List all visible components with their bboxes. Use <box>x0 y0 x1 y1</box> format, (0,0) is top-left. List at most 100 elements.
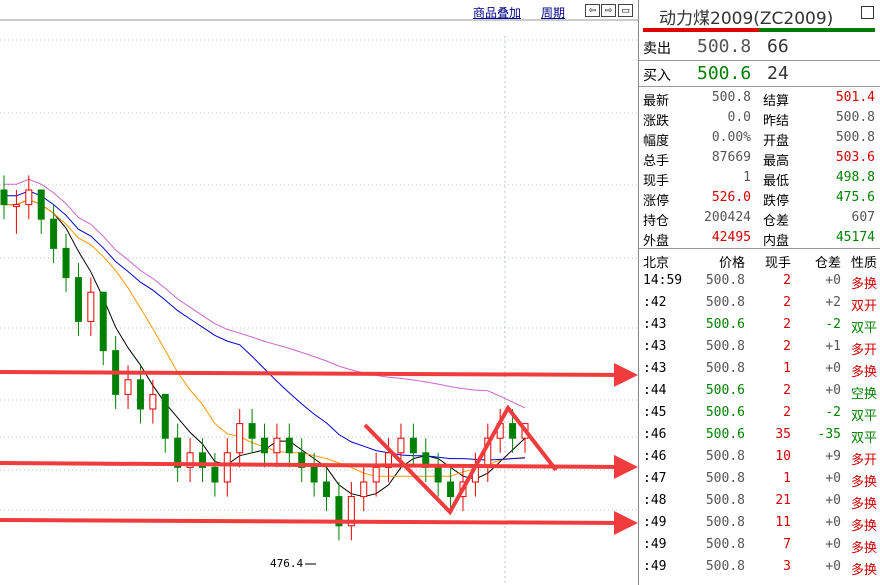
tick-oi: +0 <box>825 273 841 288</box>
candle-body <box>323 481 331 498</box>
stat-row: 涨停 526.0 跌停 475.6 <box>639 188 880 209</box>
tick-oi: -35 <box>817 427 841 442</box>
tick-price: 500.8 <box>705 295 745 310</box>
tick-volume: 2 <box>783 273 791 288</box>
stat-row: 总手 87669 最高 503.6 <box>639 148 880 169</box>
stat-label: 仓差 <box>763 214 790 229</box>
tick-row[interactable]: :43 500.8 1 +0 多换 <box>639 359 880 381</box>
tick-time: :46 <box>643 427 667 442</box>
tick-row[interactable]: :49 500.8 3 +0 多换 <box>639 557 880 579</box>
candle-body <box>509 423 517 439</box>
tick-time: :49 <box>643 515 667 530</box>
tick-price: 500.6 <box>705 405 745 420</box>
annotation-arrow <box>0 510 638 535</box>
candle-body <box>397 437 405 454</box>
tick-type: 双平 <box>850 409 877 424</box>
tick-volume: 35 <box>775 427 791 442</box>
stat-value: 42495 <box>711 230 751 245</box>
stat-row: 现手 1 最低 498.8 <box>639 168 880 189</box>
ticks-header-volume: 现手 <box>764 256 791 271</box>
contract-title: 动力煤2009(ZC2009) <box>659 9 834 29</box>
ticks-header-price: 价格 <box>718 256 745 271</box>
tick-volume: 2 <box>783 295 791 310</box>
tick-row[interactable]: :45 500.6 2 -2 双平 <box>639 403 880 425</box>
tick-volume: 2 <box>783 405 791 420</box>
stat-label: 昨结 <box>763 114 790 129</box>
stat-label: 最低 <box>763 174 790 189</box>
tick-type: 多换 <box>850 563 877 578</box>
tick-volume: 7 <box>783 537 791 552</box>
tick-type: 空换 <box>850 387 877 402</box>
candle-body <box>223 452 231 483</box>
tick-type: 多换 <box>850 475 877 490</box>
stat-row: 涨跌 0.0 昨结 500.8 <box>639 108 880 129</box>
stat-row: 持仓 200424 仓差 607 <box>639 208 880 229</box>
tick-price: 500.6 <box>705 317 745 332</box>
tick-oi: -2 <box>825 317 841 332</box>
tick-row[interactable]: 14:59 500.8 2 +0 多换 <box>639 271 880 293</box>
tick-oi: +0 <box>825 361 841 376</box>
tick-row[interactable]: :46 500.6 35 -35 双平 <box>639 425 880 447</box>
tick-volume: 3 <box>783 559 791 574</box>
tick-volume: 10 <box>775 449 791 464</box>
tick-row[interactable]: :43 500.8 2 +1 多开 <box>639 337 880 359</box>
tick-price: 500.8 <box>705 273 745 288</box>
candle-body <box>248 423 256 439</box>
tick-oi: +9 <box>825 449 841 464</box>
bid-color-bar <box>759 28 875 32</box>
ticks-header-oi: 仓差 <box>814 256 841 271</box>
ask-volume: 66 <box>767 36 789 57</box>
candle-body <box>50 218 58 249</box>
candle-body <box>87 291 95 322</box>
stat-label: 现手 <box>643 174 670 189</box>
candle-body <box>360 481 368 498</box>
tick-time: :43 <box>643 361 667 376</box>
tick-time: :44 <box>643 383 667 398</box>
stat-value: 607 <box>851 210 875 225</box>
tick-oi: +0 <box>825 471 841 486</box>
tick-row[interactable]: :42 500.8 2 +2 双开 <box>639 293 880 315</box>
bid-label: 买入 <box>643 68 671 84</box>
ticks-header-type: 性质 <box>850 256 877 271</box>
tick-volume: 2 <box>783 383 791 398</box>
ask-row: 卖出 500.8 66 <box>639 34 880 62</box>
stat-value: 0.00% <box>711 130 751 145</box>
candle-body <box>161 393 169 439</box>
tick-row[interactable]: :48 500.8 21 +0 多换 <box>639 491 880 513</box>
tick-row[interactable]: :49 500.8 7 +0 多换 <box>639 535 880 557</box>
tick-type: 双平 <box>850 431 877 446</box>
stat-row: 幅度 0.00% 开盘 500.8 <box>639 128 880 149</box>
tick-price: 500.8 <box>705 471 745 486</box>
period-link[interactable]: 周期 <box>541 4 565 21</box>
prev-arrow-icon[interactable]: ⇦ <box>585 4 600 17</box>
candlestick-chart[interactable]: 476.4 <box>0 0 638 585</box>
stat-label: 幅度 <box>643 134 670 149</box>
tick-volume: 1 <box>783 361 791 376</box>
stat-label: 涨停 <box>643 194 670 209</box>
tick-time: :43 <box>643 317 667 332</box>
tick-volume: 2 <box>783 339 791 354</box>
stat-label: 结算 <box>763 94 790 109</box>
ticks-header-time: 北京 <box>643 256 670 271</box>
tick-time: 14:59 <box>643 273 683 288</box>
overlay-commodity-link[interactable]: 商品叠加 <box>473 4 521 21</box>
stat-value: 500.8 <box>711 90 751 105</box>
tick-row[interactable]: :49 500.8 11 +0 多换 <box>639 513 880 535</box>
tick-row[interactable]: :43 500.6 2 -2 双平 <box>639 315 880 337</box>
tick-price: 500.8 <box>705 449 745 464</box>
stat-label: 涨跌 <box>643 114 670 129</box>
tick-oi: +1 <box>825 339 841 354</box>
tick-row[interactable]: :46 500.8 10 +9 多开 <box>639 447 880 469</box>
ask-label: 卖出 <box>643 41 671 57</box>
next-arrow-icon[interactable]: ⇨ <box>601 4 616 17</box>
stat-value: 501.4 <box>835 90 875 105</box>
tick-row[interactable]: :44 500.6 2 +0 空换 <box>639 381 880 403</box>
window-toggle-icon[interactable]: ▭ <box>618 4 633 17</box>
tick-volume: 21 <box>775 493 791 508</box>
annotation-arrow <box>0 362 638 387</box>
tick-row[interactable]: :47 500.8 1 +0 多换 <box>639 469 880 491</box>
candle-body <box>12 204 20 208</box>
stat-value: 87669 <box>711 150 751 165</box>
panel-toggle-icon[interactable] <box>861 6 874 19</box>
tick-oi: +0 <box>825 383 841 398</box>
